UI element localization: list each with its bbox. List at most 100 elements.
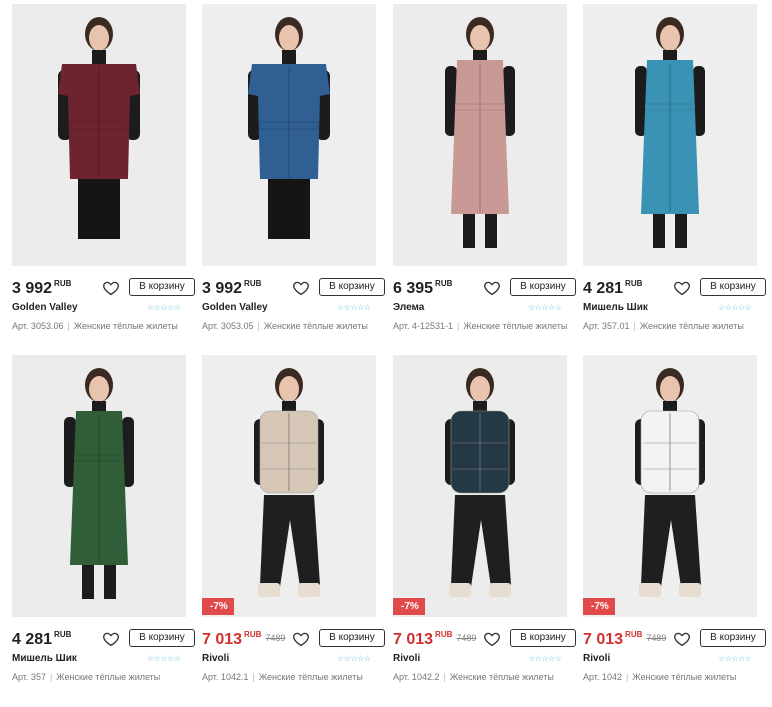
category-link[interactable]: Женские тёплые жилеты	[463, 321, 567, 331]
product-photo[interactable]	[583, 4, 757, 266]
favorite-heart-icon[interactable]	[673, 279, 691, 297]
favorite-heart-icon[interactable]	[292, 630, 310, 648]
model-illustration	[12, 4, 186, 266]
price: 3 992 RUB	[202, 279, 262, 297]
product-meta: Арт. 357 | Женские тёплые жилеты	[12, 672, 161, 682]
currency-label: RUB	[625, 279, 643, 288]
currency-label: RUB	[244, 279, 262, 288]
price: 4 281 RUB	[583, 279, 643, 297]
price: 6 395 RUB	[393, 279, 453, 297]
rating-stars: ☆☆☆☆☆	[337, 303, 371, 312]
rating-stars: ☆☆☆☆☆	[337, 654, 371, 663]
add-to-cart-button[interactable]: В корзину	[319, 278, 385, 296]
category-link[interactable]: Женские тёплые жилеты	[450, 672, 554, 682]
category-link[interactable]: Женские тёплые жилеты	[632, 672, 736, 682]
product-meta: Арт. 4-12531-1 | Женские тёплые жилеты	[393, 321, 568, 331]
product-photo[interactable]: -7%	[583, 355, 757, 617]
discount-badge: -7%	[393, 598, 425, 615]
brand-name: Rivoli	[393, 653, 421, 664]
product-photo[interactable]	[393, 4, 567, 266]
product-meta: Арт. 1042 | Женские тёплые жилеты	[583, 672, 737, 682]
old-price: 7489	[456, 633, 477, 643]
brand-name: Мишель Шик	[583, 302, 648, 313]
favorite-heart-icon[interactable]	[483, 279, 501, 297]
product-meta: Арт. 1042.1 | Женские тёплые жилеты	[202, 672, 363, 682]
favorite-heart-icon[interactable]	[102, 630, 120, 648]
add-to-cart-button[interactable]: В корзину	[510, 278, 576, 296]
article-number: Арт. 357.01	[583, 321, 630, 331]
favorite-heart-icon[interactable]	[102, 279, 120, 297]
rating-stars: ☆☆☆☆☆	[528, 303, 562, 312]
favorite-heart-icon[interactable]	[673, 630, 691, 648]
currency-label: RUB	[54, 630, 72, 639]
product-meta: Арт. 3053.06 | Женские тёплые жилеты	[12, 321, 178, 331]
brand-name: Мишель Шик	[12, 653, 77, 664]
model-illustration	[12, 355, 186, 617]
brand-name: Golden Valley	[202, 302, 268, 313]
product-card[interactable]: 4 281 RUB В корзину Мишель Шик ☆☆☆☆☆ Арт.…	[12, 355, 195, 682]
rating-stars: ☆☆☆☆☆	[718, 654, 752, 663]
model-illustration	[202, 4, 376, 266]
category-link[interactable]: Женские тёплые жилеты	[56, 672, 160, 682]
price: 3 992 RUB	[12, 279, 72, 297]
currency-label: RUB	[435, 279, 453, 288]
brand-name: Элема	[393, 302, 425, 313]
price: 7 013 RUB 7489	[393, 630, 477, 648]
product-grid: 3 992 RUB В корзину Golden Valley ☆☆☆☆☆ А…	[0, 0, 772, 707]
discount-badge: -7%	[583, 598, 615, 615]
product-photo[interactable]	[12, 4, 186, 266]
product-card[interactable]: 3 992 RUB В корзину Golden Valley ☆☆☆☆☆ А…	[202, 4, 385, 331]
old-price: 7489	[265, 633, 286, 643]
product-meta: Арт. 1042.2 | Женские тёплые жилеты	[393, 672, 554, 682]
add-to-cart-button[interactable]: В корзину	[129, 278, 195, 296]
category-link[interactable]: Женские тёплые жилеты	[264, 321, 368, 331]
currency-label: RUB	[244, 630, 262, 639]
discount-badge: -7%	[202, 598, 234, 615]
product-photo[interactable]: -7%	[202, 355, 376, 617]
price: 7 013 RUB 7489	[583, 630, 667, 648]
rating-stars: ☆☆☆☆☆	[528, 654, 562, 663]
product-photo[interactable]	[12, 355, 186, 617]
brand-name: Golden Valley	[12, 302, 78, 313]
category-link[interactable]: Женские тёплые жилеты	[640, 321, 744, 331]
article-number: Арт. 3053.05	[202, 321, 254, 331]
price: 7 013 RUB 7489	[202, 630, 286, 648]
add-to-cart-button[interactable]: В корзину	[129, 629, 195, 647]
product-photo[interactable]: -7%	[393, 355, 567, 617]
rating-stars: ☆☆☆☆☆	[718, 303, 752, 312]
brand-name: Rivoli	[583, 653, 611, 664]
add-to-cart-button[interactable]: В корзину	[319, 629, 385, 647]
article-number: Арт. 4-12531-1	[393, 321, 453, 331]
product-card[interactable]: 3 992 RUB В корзину Golden Valley ☆☆☆☆☆ А…	[12, 4, 195, 331]
product-card[interactable]: 6 395 RUB В корзину Элема ☆☆☆☆☆ Арт. 4-12…	[393, 4, 576, 331]
product-card[interactable]: -7% 7 013 RUB 7489 В корзину Rivoli ☆☆☆☆☆ …	[393, 355, 576, 682]
category-link[interactable]: Женские тёплые жилеты	[74, 321, 178, 331]
product-photo[interactable]	[202, 4, 376, 266]
rating-stars: ☆☆☆☆☆	[147, 654, 181, 663]
add-to-cart-button[interactable]: В корзину	[510, 629, 576, 647]
rating-stars: ☆☆☆☆☆	[147, 303, 181, 312]
model-illustration	[583, 4, 757, 266]
currency-label: RUB	[625, 630, 643, 639]
currency-label: RUB	[435, 630, 453, 639]
article-number: Арт. 357	[12, 672, 46, 682]
article-number: Арт. 1042.2	[393, 672, 440, 682]
model-illustration	[202, 355, 376, 617]
model-illustration	[393, 355, 567, 617]
product-card[interactable]: -7% 7 013 RUB 7489 В корзину Rivoli ☆☆☆☆☆ …	[583, 355, 766, 682]
favorite-heart-icon[interactable]	[483, 630, 501, 648]
product-card[interactable]: 4 281 RUB В корзину Мишель Шик ☆☆☆☆☆ Арт.…	[583, 4, 766, 331]
article-number: Арт. 1042	[583, 672, 622, 682]
product-meta: Арт. 3053.05 | Женские тёплые жилеты	[202, 321, 368, 331]
add-to-cart-button[interactable]: В корзину	[700, 629, 766, 647]
brand-name: Rivoli	[202, 653, 230, 664]
price: 4 281 RUB	[12, 630, 72, 648]
category-link[interactable]: Женские тёплые жилеты	[259, 672, 363, 682]
product-meta: Арт. 357.01 | Женские тёплые жилеты	[583, 321, 744, 331]
add-to-cart-button[interactable]: В корзину	[700, 278, 766, 296]
article-number: Арт. 3053.06	[12, 321, 64, 331]
model-illustration	[393, 4, 567, 266]
product-card[interactable]: -7% 7 013 RUB 7489 В корзину Rivoli ☆☆☆☆☆ …	[202, 355, 385, 682]
old-price: 7489	[646, 633, 667, 643]
favorite-heart-icon[interactable]	[292, 279, 310, 297]
